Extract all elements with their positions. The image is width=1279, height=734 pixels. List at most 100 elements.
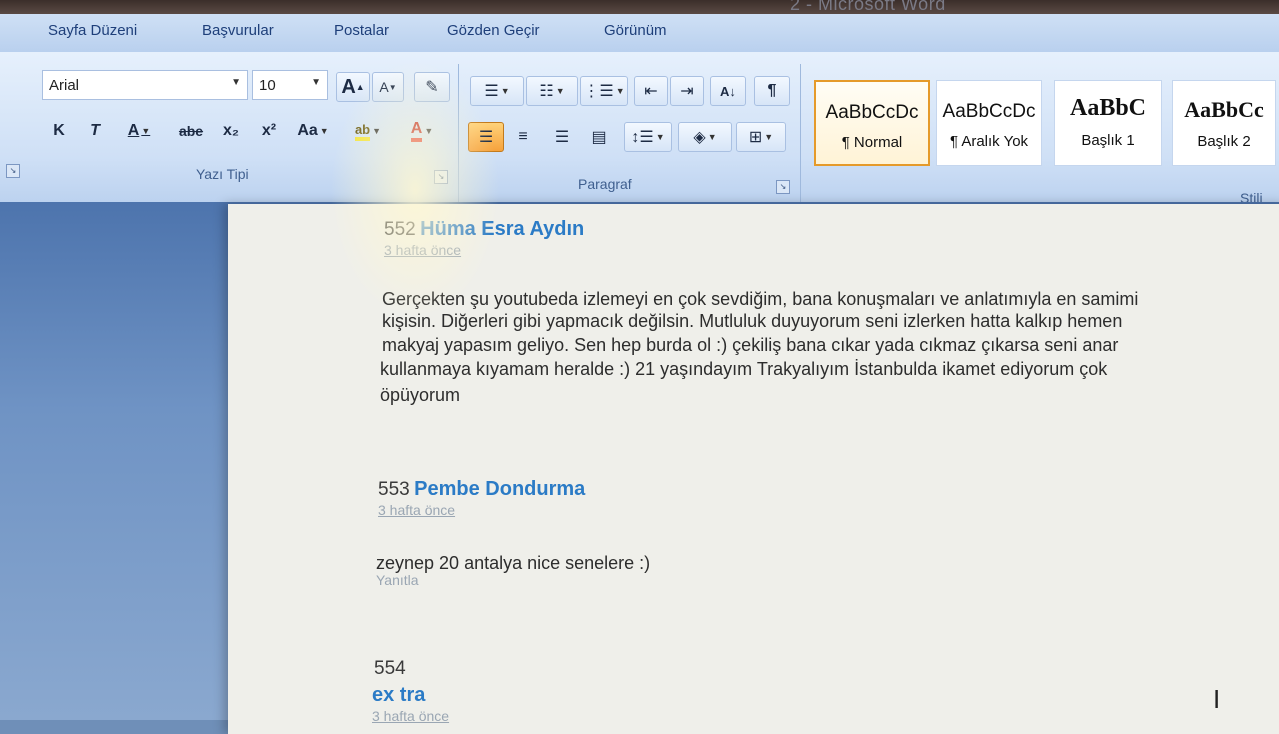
show-formatting-button[interactable]: ¶ [754, 76, 790, 106]
paragraph-group-label: Paragraf [578, 176, 632, 192]
align-center-button[interactable]: ≡ [506, 122, 540, 152]
chevron-down-icon: ▼ [764, 132, 774, 142]
chevron-down-icon: ▼ [319, 126, 329, 136]
subscript-icon: x₂ [222, 122, 239, 139]
style-name: Başlık 1 [1081, 132, 1135, 149]
comment-number: 554 [374, 658, 406, 679]
superscript-button[interactable]: x² [252, 116, 286, 146]
comment-time-link[interactable]: 3 hafta önce [378, 502, 455, 518]
clear-formatting-button[interactable]: ✎ [414, 72, 450, 102]
comment-author-link[interactable]: ex tra [372, 684, 425, 707]
align-center-icon: ≡ [518, 128, 528, 145]
style-normal[interactable]: AaBbCcDc ¶ Normal [814, 80, 930, 166]
comment-number: 552 [384, 219, 416, 240]
highlighter-icon: ab [354, 122, 371, 141]
title-bar: 2 - Microsoft Word [0, 0, 1279, 14]
comment-time-link[interactable]: 3 hafta önce [372, 708, 449, 724]
strikethrough-icon: abe [178, 123, 204, 139]
superscript-icon: x² [261, 122, 277, 139]
tab-review[interactable]: Gözden Geçir [447, 22, 540, 39]
strikethrough-button[interactable]: abe [172, 116, 210, 146]
sort-az-icon: A↓ [720, 83, 736, 99]
align-left-icon: ☰ [478, 129, 494, 146]
group-divider [800, 64, 801, 204]
shrink-font-button[interactable]: A ▼ [372, 72, 404, 102]
style-sample: AaBbCcDc [942, 101, 1036, 122]
line-spacing-icon: ↕☰ [631, 129, 654, 146]
italic-button[interactable]: T [80, 116, 110, 146]
font-dialog-launcher[interactable]: ↘ [434, 170, 448, 184]
align-right-icon: ☰ [554, 129, 570, 146]
ribbon-tab-row: Sayfa Düzeni Başvurular Postalar Gözden … [0, 14, 1279, 53]
chevron-down-icon: ▼ [615, 86, 625, 96]
tab-page-layout[interactable]: Sayfa Düzeni [48, 22, 137, 39]
justify-button[interactable]: ▤ [582, 122, 616, 152]
style-sample: AaBbCc [1184, 97, 1264, 122]
subscript-button[interactable]: x₂ [214, 116, 248, 146]
pilcrow-icon: ¶ [767, 82, 777, 99]
chevron-down-icon: ▼ [372, 126, 382, 136]
borders-button[interactable]: ⊞ ▼ [736, 122, 786, 152]
tab-references[interactable]: Başvurular [202, 22, 274, 39]
comment-header: 553 Pembe Dondurma [378, 478, 585, 501]
font-size-combo[interactable]: 10 ▼ [252, 70, 328, 100]
comment-author-link[interactable]: Hüma Esra Aydın [420, 218, 584, 240]
tab-mailings[interactable]: Postalar [334, 22, 389, 39]
style-sample: AaBbC [1069, 95, 1147, 121]
expand-icon: ↘ [779, 182, 787, 191]
decrease-indent-button[interactable]: ⇤ [634, 76, 668, 106]
highlight-button[interactable]: ab ▼ [344, 116, 392, 146]
style-sample: AaBbCcDc [825, 102, 919, 123]
clipboard-dialog-launcher[interactable]: ↘ [6, 164, 20, 178]
line-spacing-button[interactable]: ↕☰ ▼ [624, 122, 672, 152]
chevron-down-icon: ▼ [231, 77, 241, 88]
tab-view[interactable]: Görünüm [604, 22, 667, 39]
style-heading-1[interactable]: AaBbC Başlık 1 [1054, 80, 1162, 166]
chevron-down-icon: ▼ [424, 126, 434, 136]
expand-icon: ↘ [9, 166, 17, 175]
comment-number: 553 [378, 479, 410, 500]
group-divider [458, 64, 459, 204]
font-color-button[interactable]: A ▼ [398, 116, 446, 146]
chevron-down-icon: ▼ [141, 126, 151, 136]
comment-text-line: makyaj yapasım geliyo. Sen hep burda ol … [382, 335, 1119, 355]
bold-button[interactable]: K [44, 116, 74, 146]
grow-font-button[interactable]: A ▲ [336, 72, 370, 102]
border-grid-icon: ⊞ [748, 129, 763, 146]
align-left-button[interactable]: ☰ [468, 122, 504, 152]
change-case-icon: Aa [297, 122, 318, 139]
grow-font-icon: A [341, 75, 356, 98]
outdent-icon: ⇤ [644, 83, 658, 100]
multilevel-list-button[interactable]: ⋮☰ ▼ [580, 76, 628, 106]
chevron-down-icon: ▼ [707, 132, 717, 142]
document-page[interactable]: 552 Hüma Esra Aydın 3 hafta önce Gerçekt… [228, 204, 1279, 734]
shrink-font-icon: A [379, 79, 389, 95]
sort-button[interactable]: A↓ [710, 76, 746, 106]
increase-indent-button[interactable]: ⇥ [670, 76, 704, 106]
shading-button[interactable]: ◈ ▼ [678, 122, 732, 152]
comment-time-link[interactable]: 3 hafta önce [384, 242, 461, 258]
bullet-list-icon: ☰ [484, 83, 499, 100]
indent-icon: ⇥ [680, 83, 694, 100]
comment-text-line: kişisin. Diğerleri gibi yapmacık değilsi… [382, 311, 1123, 331]
style-name: ¶ Normal [841, 134, 903, 151]
chevron-down-icon: ▼ [500, 86, 510, 96]
font-name-value: Arial [49, 77, 80, 94]
font-color-icon: A [410, 120, 423, 142]
change-case-button[interactable]: Aa ▼ [290, 116, 336, 146]
reply-link[interactable]: Yanıtla [376, 572, 419, 588]
comment-author-link[interactable]: Pembe Dondurma [414, 478, 585, 500]
comment-text-line: zeynep 20 antalya nice senelere :) [376, 553, 651, 573]
expand-icon: ↘ [437, 172, 445, 181]
comment-text-line: Gerçekten şu youtubeda izlemeyi en çok s… [382, 289, 1139, 309]
bullets-button[interactable]: ☰ ▼ [470, 76, 524, 106]
style-no-spacing[interactable]: AaBbCcDc ¶ Aralık Yok [936, 80, 1042, 166]
chevron-down-icon: ▼ [555, 86, 565, 96]
numbering-button[interactable]: ☷ ▼ [526, 76, 578, 106]
font-name-combo[interactable]: Arial ▼ [42, 70, 248, 100]
align-right-button[interactable]: ☰ [544, 122, 580, 152]
style-heading-2[interactable]: AaBbCc Başlık 2 [1172, 80, 1276, 166]
paragraph-dialog-launcher[interactable]: ↘ [776, 180, 790, 194]
underline-button[interactable]: A ▼ [116, 116, 162, 146]
comment-text-line: kullanmaya kıyamam heralde :) 21 yaşında… [380, 359, 1108, 379]
